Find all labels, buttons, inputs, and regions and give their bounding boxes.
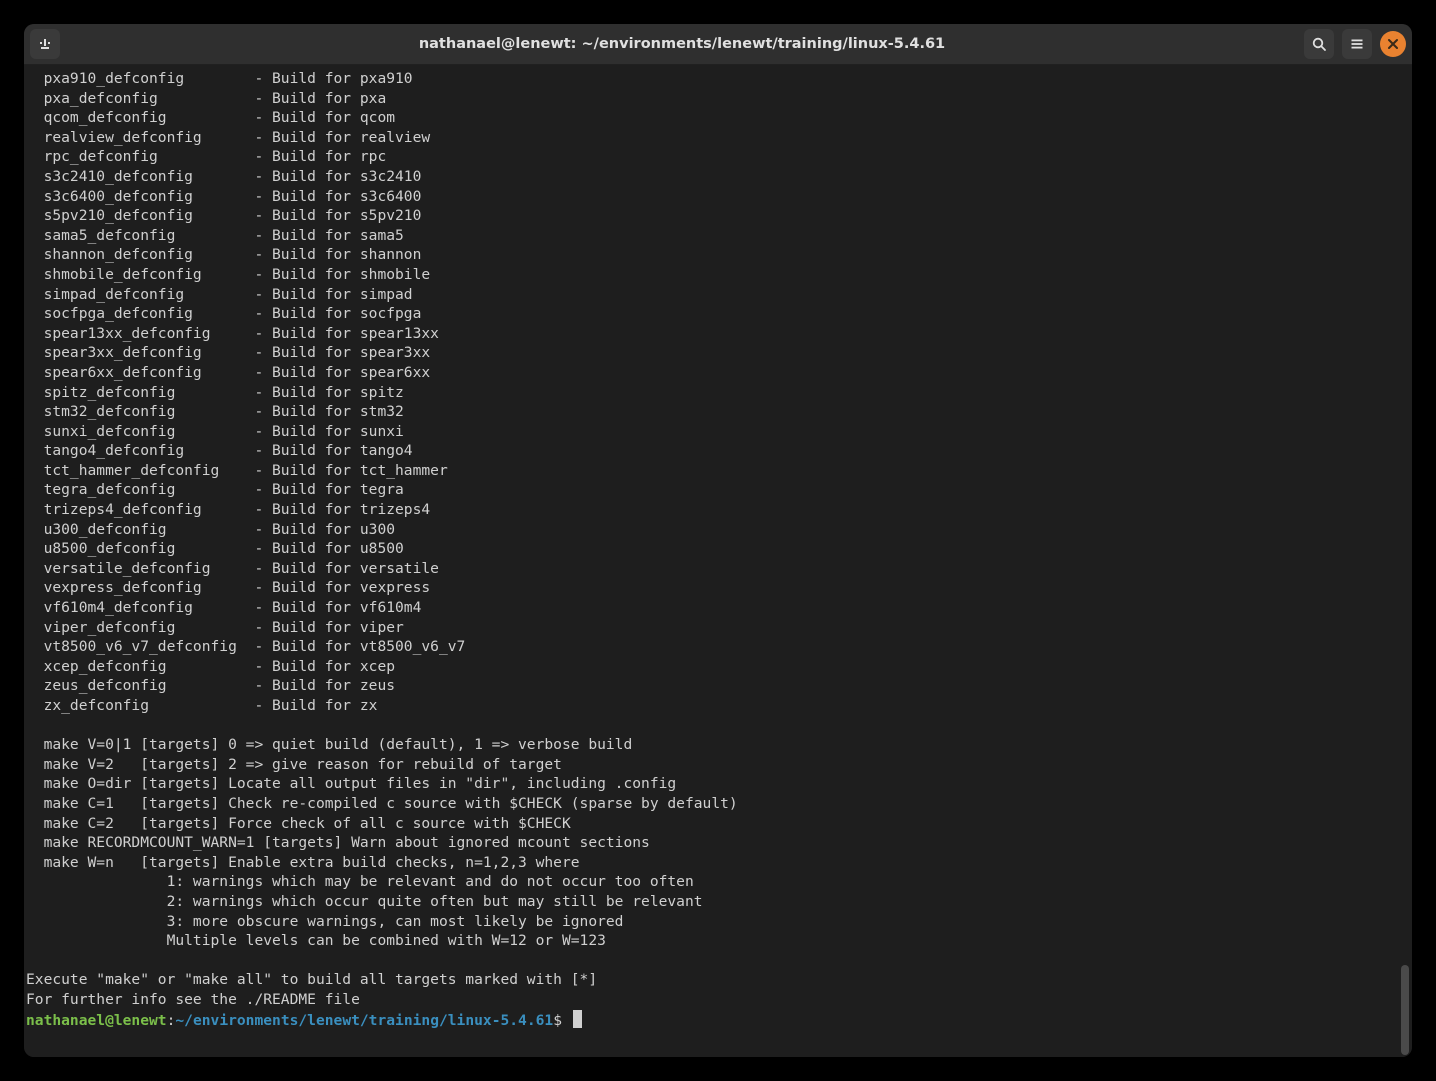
cursor <box>573 1010 582 1028</box>
search-icon <box>1311 36 1327 52</box>
terminal-window: nathanael@lenewt: ~/environments/lenewt/… <box>24 24 1412 1057</box>
terminal-viewport[interactable]: pxa910_defconfig - Build for pxa910 pxa_… <box>24 65 1412 1057</box>
close-button[interactable] <box>1380 31 1406 57</box>
prompt[interactable]: nathanael@lenewt:~/environments/lenewt/t… <box>26 1012 582 1029</box>
search-button[interactable] <box>1304 29 1334 59</box>
terminal-output: pxa910_defconfig - Build for pxa910 pxa_… <box>26 65 1398 1057</box>
new-tab-icon <box>37 36 53 52</box>
prompt-path: ~/environments/lenewt/training/linux-5.4… <box>175 1012 553 1029</box>
prompt-user-host: nathanael@lenewt <box>26 1012 167 1029</box>
new-tab-button[interactable] <box>30 29 60 59</box>
titlebar: nathanael@lenewt: ~/environments/lenewt/… <box>24 24 1412 65</box>
menu-button[interactable] <box>1342 29 1372 59</box>
scrollbar-thumb[interactable] <box>1401 965 1409 1055</box>
scrollbar[interactable] <box>1400 67 1410 1055</box>
window-title: nathanael@lenewt: ~/environments/lenewt/… <box>60 36 1304 52</box>
hamburger-icon <box>1349 36 1365 52</box>
prompt-symbol: $ <box>553 1012 571 1029</box>
close-icon <box>1387 38 1399 50</box>
